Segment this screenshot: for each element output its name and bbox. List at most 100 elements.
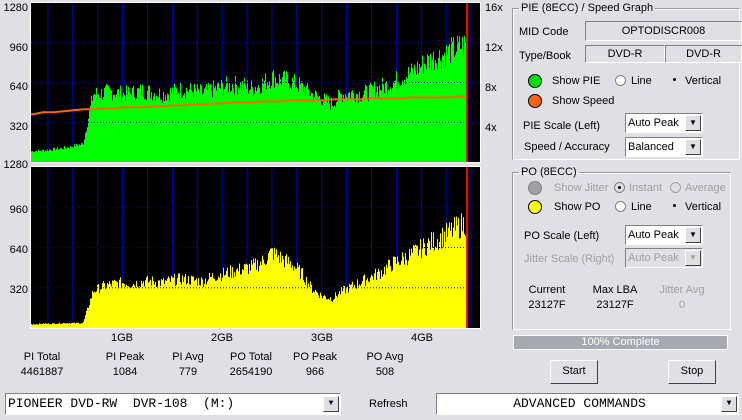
po-bar (372, 276, 373, 328)
speed-color-indicator[interactable] (528, 94, 542, 108)
po-bar (268, 253, 269, 328)
pie-bar (107, 84, 108, 162)
pie-bar (193, 97, 194, 162)
pie-bar (326, 94, 327, 162)
speed-ytick: 12x (485, 42, 503, 54)
pie-bar (300, 83, 301, 162)
pie-bar (450, 62, 451, 162)
pie-color-indicator[interactable] (528, 74, 542, 88)
po-bar (409, 248, 410, 328)
po-color-indicator[interactable] (528, 200, 542, 214)
po-scale-select[interactable]: Auto Peak ▼ (625, 225, 703, 245)
po-bar (357, 279, 358, 328)
pie-bar (236, 84, 237, 162)
po-bar (257, 260, 258, 328)
pie-bar (366, 85, 367, 162)
speed-accuracy-label: Speed / Accuracy (524, 141, 610, 153)
pie-bar (347, 98, 348, 162)
po-bar (91, 298, 92, 328)
po-bar (83, 321, 84, 328)
pie-bar (104, 88, 105, 162)
drive-select[interactable]: PIONEER DVD-RW DVR-108 (M:) ▼ (5, 393, 341, 415)
pie-bar (181, 97, 182, 162)
po-bar (36, 324, 37, 328)
pie-bar (130, 93, 131, 162)
po-bar (287, 263, 288, 328)
show-speed-label[interactable]: Show Speed (552, 95, 614, 107)
po-bar (129, 287, 130, 328)
po-bar (139, 286, 140, 328)
pie-bar (175, 87, 176, 162)
po-bar (277, 257, 278, 328)
pie-bar (103, 96, 104, 162)
pie-bar (461, 49, 462, 162)
pie-bar (333, 106, 334, 162)
po-bar (282, 255, 283, 328)
pie-bar (121, 102, 122, 162)
pie-bar (330, 109, 331, 162)
po-bar (175, 285, 176, 328)
advanced-commands-select[interactable]: ADVANCED COMMANDS ▼ (436, 393, 739, 415)
po-bar (302, 267, 303, 328)
po-bar (293, 270, 294, 328)
po-bar (64, 322, 65, 328)
po-bar (324, 295, 325, 328)
po-bar (92, 290, 93, 328)
po-bar (299, 265, 300, 328)
pie-bar (192, 91, 193, 162)
pie-bar (442, 55, 443, 162)
po-bar (290, 261, 291, 328)
po-bar (457, 225, 458, 328)
pie-bar (345, 94, 346, 162)
po-bar (147, 275, 148, 328)
po-bar (236, 269, 237, 328)
pie-bar (98, 94, 99, 162)
speed-accuracy-select[interactable]: Balanced ▼ (625, 137, 703, 157)
show-pie-label[interactable]: Show PIE (552, 75, 600, 87)
pie-bar (360, 100, 361, 162)
pie-bar (43, 150, 44, 162)
pie-bar (49, 149, 50, 162)
refresh-button[interactable]: Refresh (369, 398, 408, 410)
pie-bar (35, 151, 36, 162)
pie-vertical-radio[interactable] (670, 75, 681, 86)
pie-bar (163, 91, 164, 162)
pie-bar (306, 86, 307, 162)
average-radio (670, 182, 681, 193)
pie-bar (388, 89, 389, 162)
po-bar (101, 289, 102, 328)
pie-bar (438, 57, 439, 162)
pie-bar (270, 88, 271, 162)
show-po-label[interactable]: Show PO (554, 201, 600, 213)
po-bar (47, 323, 48, 328)
pie-bar (414, 64, 415, 162)
stop-button[interactable]: Stop (668, 360, 716, 384)
pie-bar (226, 76, 227, 162)
pie-bar (432, 60, 433, 162)
po-bar (208, 279, 209, 328)
pie-bar (263, 83, 264, 162)
pie-line-radio[interactable] (615, 75, 626, 86)
po-bar (308, 283, 309, 328)
po-bar (46, 323, 47, 328)
po-bar (220, 273, 221, 328)
po-bar (53, 323, 54, 328)
pie-bar (70, 145, 71, 162)
po-bar (340, 294, 341, 328)
pie-bar (304, 86, 305, 162)
po-bar (41, 324, 42, 328)
po-bar (422, 248, 423, 328)
po-bar (192, 276, 193, 328)
pie-bar (423, 73, 424, 162)
po-line-radio[interactable] (615, 201, 626, 212)
po-bar (90, 298, 91, 328)
pie-scale-select[interactable]: Auto Peak ▼ (625, 113, 703, 133)
po-bar (425, 254, 426, 328)
pie-line-label: Line (631, 75, 652, 87)
po-vertical-radio[interactable] (670, 201, 681, 212)
po-bar (386, 264, 387, 328)
pie-bar (69, 148, 70, 162)
po-bar (59, 322, 60, 328)
po-bar (191, 275, 192, 328)
start-button[interactable]: Start (550, 360, 598, 384)
